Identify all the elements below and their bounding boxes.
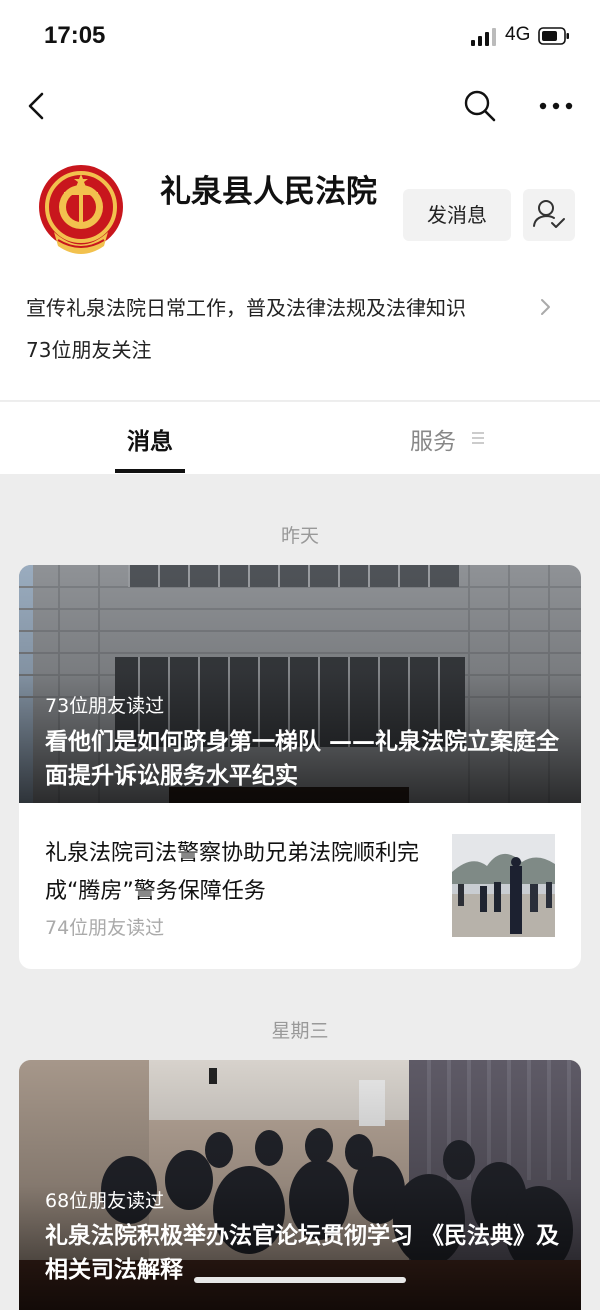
- more-icon[interactable]: [536, 92, 576, 120]
- police-escort-thumbnail: [452, 834, 555, 937]
- hero-read-count: 68位朋友读过: [45, 1190, 165, 1212]
- account-header: 17:05 4G 礼泉县人民法院 发消息 宣传礼泉法院日常工作，普及法律法规及法…: [0, 0, 600, 400]
- network-type: 4G: [505, 24, 531, 45]
- article-card: 73位朋友读过 看他们是如何跻身第一梯队 ——礼泉法院立案庭全面提升诉讼服务水平…: [19, 565, 581, 969]
- account-title: 礼泉县人民法院: [160, 174, 377, 210]
- hero-article[interactable]: 73位朋友读过 看他们是如何跻身第一梯队 ——礼泉法院立案庭全面提升诉讼服务水平…: [19, 565, 581, 803]
- followed-user-button[interactable]: [523, 189, 575, 241]
- account-description[interactable]: 宣传礼泉法院日常工作，普及法律法规及法律知识: [26, 292, 466, 321]
- article-card: 68位朋友读过 礼泉法院积极举办法官论坛贯彻学习 《民法典》及相关司法解释: [19, 1060, 581, 1310]
- menu-lines-icon[interactable]: [470, 430, 486, 446]
- battery-icon: [538, 27, 569, 45]
- hero-article[interactable]: 68位朋友读过 礼泉法院积极举办法官论坛贯彻学习 《民法典》及相关司法解释: [19, 1060, 581, 1310]
- status-time: 17:05: [44, 22, 106, 49]
- home-indicator[interactable]: [194, 1277, 406, 1283]
- tab-services[interactable]: 服务: [410, 422, 456, 456]
- chevron-right-icon[interactable]: [538, 296, 554, 318]
- sub-article[interactable]: 礼泉法院司法警察协助兄弟法院顺利完成“腾房”警务保障任务 74位朋友读过: [19, 803, 581, 969]
- follower-count: 73位朋友关注: [26, 338, 152, 362]
- user-check-icon: [533, 200, 565, 228]
- court-emblem-logo: [39, 165, 123, 254]
- tab-messages[interactable]: 消息: [115, 422, 185, 456]
- tab-bar: 消息 服务: [0, 401, 600, 474]
- status-bar: 17:05 4G: [0, 0, 600, 72]
- sub-article-title: 礼泉法院司法警察协助兄弟法院顺利完成“腾房”警务保障任务: [45, 841, 420, 904]
- hero-read-count: 73位朋友读过: [45, 695, 165, 717]
- hero-title: 看他们是如何跻身第一梯队 ——礼泉法院立案庭全面提升诉讼服务水平纪实: [45, 729, 560, 789]
- send-message-button[interactable]: 发消息: [403, 189, 511, 241]
- sub-article-read-count: 74位朋友读过: [45, 917, 165, 939]
- active-tab-indicator: [115, 469, 185, 473]
- search-icon[interactable]: [462, 88, 498, 124]
- back-icon[interactable]: [20, 86, 60, 126]
- feed-date: 昨天: [280, 525, 319, 547]
- feed-date: 星期三: [271, 1020, 329, 1042]
- signal-icon: [471, 28, 496, 46]
